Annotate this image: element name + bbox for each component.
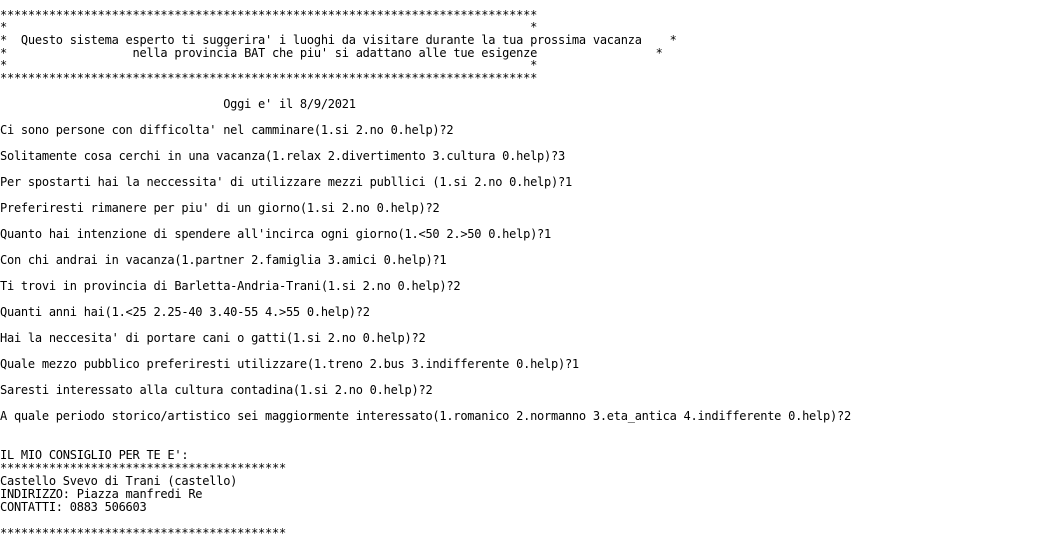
question-text: Quanti anni hai(1.<25 2.25-40 3.40-55 4.… — [0, 305, 363, 319]
question-text: Per spostarti hai la neccessita' di util… — [0, 175, 565, 189]
question-text: Solitamente cosa cerchi in una vacanza(1… — [0, 149, 558, 163]
question-line: Con chi andrai in vacanza(1.partner 2.fa… — [0, 253, 447, 267]
question-text: Saresti interessato alla cultura contadi… — [0, 383, 426, 397]
question-answer: 2 — [432, 201, 440, 215]
question-line: Saresti interessato alla cultura contadi… — [0, 383, 433, 397]
question-answer: 1 — [571, 357, 579, 371]
result-end-separator: ****************************************… — [0, 526, 286, 540]
question-text: Ci sono persone con difficolta' nel camm… — [0, 123, 447, 137]
question-text: Hai la neccesita' di portare cani o gatt… — [0, 331, 419, 345]
question-answer: 1 — [439, 253, 447, 267]
result-contacts: CONTATTI: 0883 506603 — [0, 500, 147, 514]
banner-border-bottom: ****************************************… — [0, 71, 538, 85]
question-line: Preferiresti rimanere per piu' di un gio… — [0, 201, 440, 215]
question-answer: 2 — [362, 305, 370, 319]
question-line: Quanti anni hai(1.<25 2.25-40 3.40-55 4.… — [0, 306, 370, 319]
question-answer: 2 — [843, 409, 851, 423]
question-text: Preferiresti rimanere per piu' di un gio… — [0, 201, 433, 215]
question-text: Con chi andrai in vacanza(1.partner 2.fa… — [0, 253, 440, 267]
terminal-output: ****************************************… — [0, 0, 1049, 553]
question-line: Ti trovi in provincia di Barletta-Andria… — [0, 279, 461, 293]
question-answer: 2 — [453, 279, 461, 293]
question-text: Quanto hai intenzione di spendere all'in… — [0, 227, 545, 241]
question-line: Hai la neccesita' di portare cani o gatt… — [0, 331, 426, 345]
question-line: Ci sono persone con difficolta' nel camm… — [0, 123, 454, 137]
question-answer: 2 — [446, 123, 454, 137]
question-line: Quale mezzo pubblico preferiresti utiliz… — [0, 358, 579, 371]
question-line: Quanto hai intenzione di spendere all'in… — [0, 228, 551, 241]
question-answer: 1 — [564, 175, 572, 189]
question-answer: 3 — [557, 149, 565, 163]
question-answer: 1 — [544, 227, 552, 241]
question-text: Quale mezzo pubblico preferiresti utiliz… — [0, 357, 572, 371]
date-line: Oggi e' il 8/9/2021 — [0, 97, 356, 111]
question-text: Ti trovi in provincia di Barletta-Andria… — [0, 279, 454, 293]
question-line: A quale periodo storico/artistico sei ma… — [0, 410, 851, 423]
question-answer: 2 — [425, 383, 433, 397]
question-line: Solitamente cosa cerchi in una vacanza(1… — [0, 150, 565, 163]
question-answer: 2 — [418, 331, 426, 345]
question-text: A quale periodo storico/artistico sei ma… — [0, 409, 844, 423]
question-line: Per spostarti hai la neccessita' di util… — [0, 176, 572, 189]
